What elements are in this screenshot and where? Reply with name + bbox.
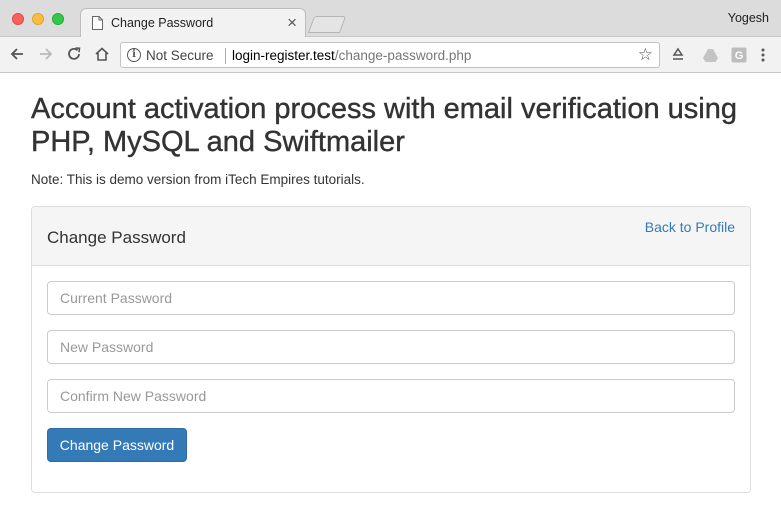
new-tab-button[interactable] [307,16,347,33]
back-to-profile-link[interactable]: Back to Profile [645,219,735,235]
document-icon [92,16,103,30]
browser-titlebar: Change Password × Yogesh [0,0,781,38]
new-password-input[interactable] [47,330,735,364]
confirm-password-input[interactable] [47,379,735,413]
back-arrow-icon[interactable] [6,43,28,65]
page-title: Account activation process with email ve… [31,93,737,158]
recycle-icon[interactable] [669,46,687,64]
info-icon[interactable]: i [127,48,141,62]
menu-dots-icon[interactable] [754,46,772,64]
browser-tab[interactable]: Change Password × [80,8,306,38]
change-password-panel: Change Password Back to Profile Change P… [31,206,751,493]
security-label[interactable]: Not Secure [146,48,214,63]
page-content: Account activation process with email ve… [31,73,751,493]
window-maximize-button[interactable] [52,13,64,25]
window-minimize-button[interactable] [32,13,44,25]
home-icon[interactable] [91,43,113,65]
demo-note: Note: This is demo version from iTech Em… [31,172,365,187]
svg-text:G: G [735,50,744,62]
profile-name[interactable]: Yogesh [728,11,769,25]
panel-header: Change Password Back to Profile [32,207,750,266]
reload-icon[interactable] [63,43,85,65]
bookmark-star-icon[interactable]: ☆ [638,45,653,65]
window-close-button[interactable] [12,13,24,25]
tab-close-icon[interactable]: × [287,13,297,33]
drive-icon[interactable] [701,46,719,64]
url-text[interactable]: login-register.test/change-password.php [232,48,471,63]
tab-title: Change Password [111,16,214,30]
panel-title: Change Password [47,228,186,247]
change-password-button[interactable]: Change Password [47,428,187,462]
forward-arrow-icon[interactable] [35,43,57,65]
url-path: /change-password.php [334,48,472,63]
current-password-input[interactable] [47,281,735,315]
browser-toolbar: i Not Secure login-register.test/change-… [0,37,781,73]
grammarly-icon[interactable]: G [730,46,748,64]
url-host: login-register.test [232,48,335,63]
address-separator [225,48,226,64]
address-bar[interactable]: i Not Secure login-register.test/change-… [120,42,660,68]
